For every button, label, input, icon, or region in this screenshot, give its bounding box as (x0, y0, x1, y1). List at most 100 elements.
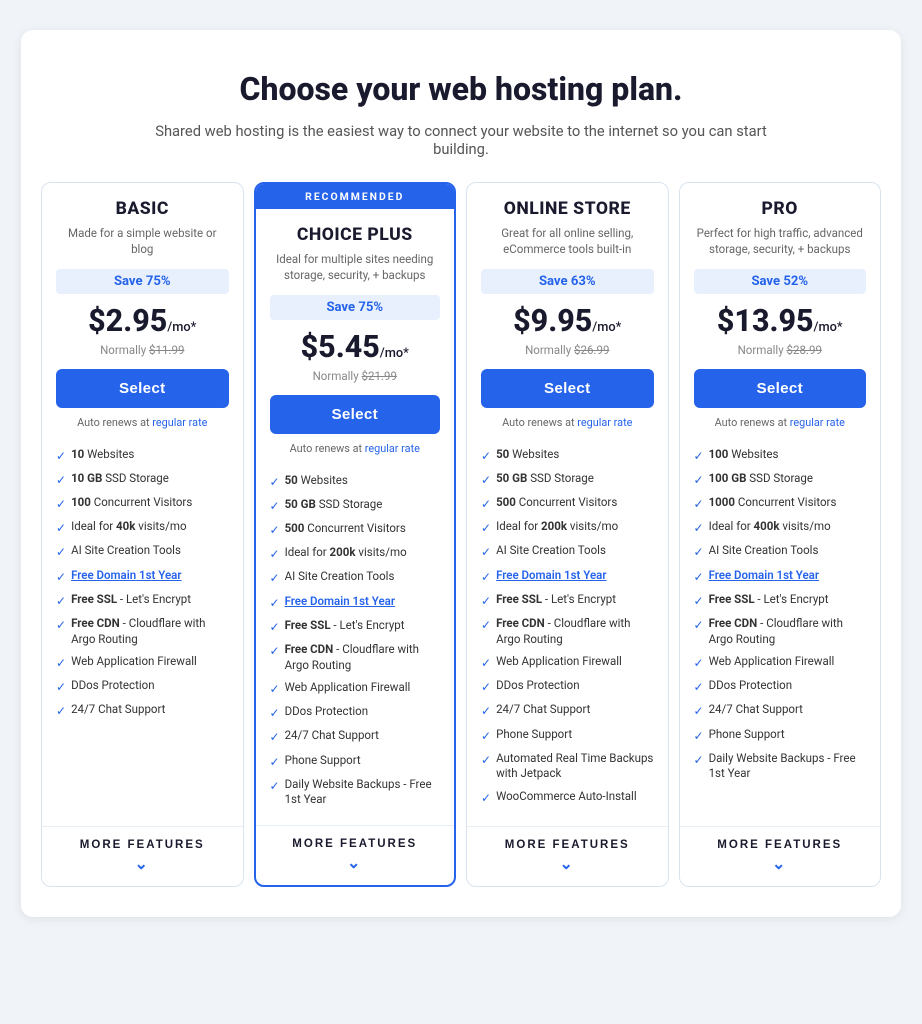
check-icon: ✓ (694, 569, 704, 585)
more-features-button-choice-plus[interactable]: MORE FEATURES ⌄ (270, 838, 441, 873)
features-list: ✓ 100 Websites ✓ 100 GB SSD Storage ✓ 1000 Co… (694, 443, 867, 812)
feature-item: ✓Free CDN - Cloudflare with Argo Routing (481, 613, 654, 651)
check-icon: ✓ (694, 752, 704, 768)
check-icon: ✓ (481, 593, 491, 609)
feature-link[interactable]: Free Domain 1st Year (71, 568, 181, 584)
page-title: Choose your web hosting plan. (41, 70, 881, 108)
select-button-online-store[interactable]: Select (481, 369, 654, 408)
page-header: Choose your web hosting plan. Shared web… (41, 70, 881, 158)
price-main: $5.45 (301, 330, 380, 365)
more-features-button-online-store[interactable]: MORE FEATURES ⌄ (481, 839, 654, 874)
check-icon: ✓ (481, 679, 491, 695)
feature-text: AI Site Creation Tools (709, 543, 819, 559)
more-features-button-basic[interactable]: MORE FEATURES ⌄ (56, 839, 229, 874)
check-icon: ✓ (694, 544, 704, 560)
check-icon: ✓ (481, 472, 491, 488)
check-icon: ✓ (56, 448, 66, 464)
check-icon: ✓ (270, 474, 280, 490)
check-icon: ✓ (270, 681, 280, 697)
feature-text: 100 GB SSD Storage (709, 471, 813, 487)
save-badge: Save 52% (694, 269, 867, 294)
feature-text: 100 Websites (709, 447, 779, 463)
auto-renews: Auto renews at regular rate (270, 442, 441, 455)
feature-item: ✓24/7 Chat Support (270, 725, 441, 749)
feature-text: Web Application Firewall (71, 654, 197, 670)
check-icon: ✓ (481, 728, 491, 744)
price-main: $9.95 (513, 304, 592, 339)
feature-text: 50 Websites (285, 473, 348, 489)
feature-text: Free CDN - Cloudflare with Argo Routing (71, 616, 228, 647)
more-features-button-pro[interactable]: MORE FEATURES ⌄ (694, 839, 867, 874)
save-badge: Save 75% (270, 295, 441, 320)
select-button-basic[interactable]: Select (56, 369, 229, 408)
auto-renews: Auto renews at regular rate (694, 416, 867, 429)
plan-desc: Made for a simple website or blog (56, 225, 229, 257)
feature-item: ✓Daily Website Backups - Free 1st Year (270, 773, 441, 811)
feature-text: AI Site Creation Tools (285, 569, 395, 585)
regular-rate-link[interactable]: regular rate (790, 416, 845, 429)
check-icon: ✓ (270, 754, 280, 770)
feature-text: Free SSL - Let's Encrypt (285, 618, 405, 634)
feature-text: 50 GB SSD Storage (285, 497, 383, 513)
check-icon: ✓ (56, 520, 66, 536)
plan-footer: MORE FEATURES ⌄ (467, 826, 668, 886)
feature-text: DDos Protection (709, 678, 793, 694)
feature-text: Ideal for 200k visits/mo (285, 545, 407, 561)
check-icon: ✓ (56, 496, 66, 512)
feature-item: ✓ Daily Website Backups - Free 1st Year (694, 747, 867, 785)
feature-item: ✓Free SSL - Let's Encrypt (694, 588, 867, 612)
save-badge: Save 75% (56, 269, 229, 294)
feature-item: ✓Web Application Firewall (270, 677, 441, 701)
feature-link[interactable]: Free Domain 1st Year (709, 568, 819, 584)
feature-text: 10 GB SSD Storage (71, 471, 169, 487)
check-icon: ✓ (270, 729, 280, 745)
feature-link[interactable]: Free Domain 1st Year (496, 568, 606, 584)
feature-item: ✓DDos Protection (694, 675, 867, 699)
plan-desc: Perfect for high traffic, advanced stora… (694, 225, 867, 257)
feature-item: ✓ Free Domain 1st Year (56, 564, 229, 588)
feature-text: WooCommerce Auto-Install (496, 789, 637, 805)
feature-text: 50 Websites (496, 447, 559, 463)
check-icon: ✓ (694, 496, 704, 512)
feature-text: 1000 Concurrent Visitors (709, 495, 837, 511)
plan-name: ONLINE STORE (481, 199, 654, 219)
select-button-choice-plus[interactable]: Select (270, 395, 441, 434)
check-icon: ✓ (481, 752, 491, 768)
check-icon: ✓ (481, 655, 491, 671)
check-icon: ✓ (56, 655, 66, 671)
check-icon: ✓ (270, 778, 280, 794)
feature-text: Daily Website Backups - Free 1st Year (709, 751, 866, 782)
feature-text: 24/7 Chat Support (496, 702, 590, 718)
feature-item: ✓AI Site Creation Tools (270, 566, 441, 590)
feature-text: 10 Websites (71, 447, 134, 463)
select-button-pro[interactable]: Select (694, 369, 867, 408)
check-icon: ✓ (694, 617, 704, 633)
feature-text: 50 GB SSD Storage (496, 471, 594, 487)
feature-link[interactable]: Free Domain 1st Year (285, 594, 395, 610)
feature-text: DDos Protection (71, 678, 155, 694)
features-list: ✓50 Websites✓50 GB SSD Storage✓500 Concu… (481, 443, 654, 812)
feature-item: ✓Free Domain 1st Year (481, 564, 654, 588)
price-period: /mo* (167, 320, 196, 335)
regular-rate-link[interactable]: regular rate (577, 416, 632, 429)
regular-rate-link[interactable]: regular rate (365, 442, 420, 455)
feature-item: ✓Ideal for 200k visits/mo (270, 542, 441, 566)
more-features-label: MORE FEATURES (717, 839, 842, 851)
feature-item: ✓DDos Protection (270, 701, 441, 725)
feature-item: ✓ 1000 Concurrent Visitors (694, 492, 867, 516)
plan-card-online-store: ONLINE STORE Great for all online selling… (466, 182, 669, 887)
features-list: ✓10 Websites✓10 GB SSD Storage✓100 Concu… (56, 443, 229, 812)
feature-item: ✓50 Websites (481, 443, 654, 467)
check-icon: ✓ (270, 619, 280, 635)
feature-item: ✓Phone Support (481, 723, 654, 747)
feature-item: ✓500 Concurrent Visitors (481, 492, 654, 516)
plan-desc: Great for all online selling, eCommerce … (481, 225, 654, 257)
feature-item: ✓24/7 Chat Support (694, 699, 867, 723)
feature-item: ✓AI Site Creation Tools (481, 540, 654, 564)
regular-rate-link[interactable]: regular rate (152, 416, 207, 429)
check-icon: ✓ (481, 544, 491, 560)
price-row: $5.45/mo* (270, 330, 441, 365)
plan-body: ONLINE STORE Great for all online selling… (467, 183, 668, 812)
check-icon: ✓ (56, 569, 66, 585)
check-icon: ✓ (694, 655, 704, 671)
